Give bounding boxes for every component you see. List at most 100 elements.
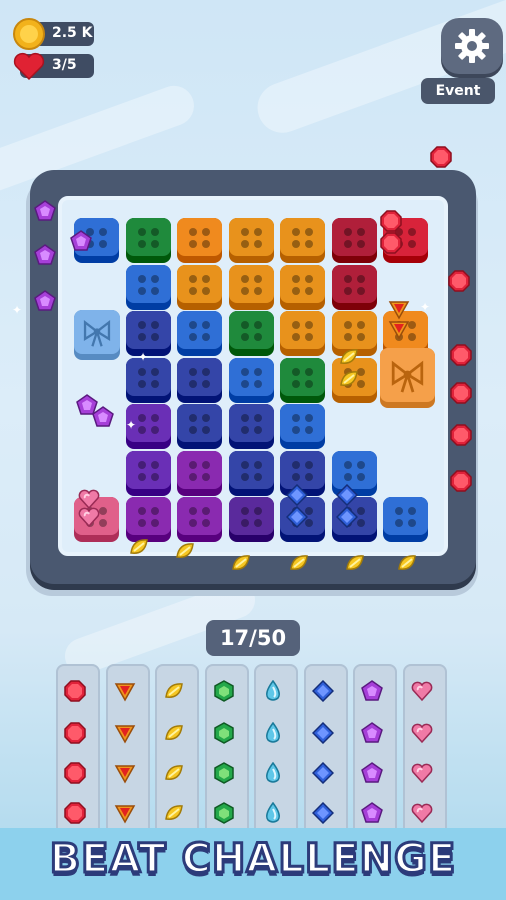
block-dot <box>150 286 159 295</box>
block-dot <box>189 414 197 422</box>
aqua-drop-gem <box>266 802 280 823</box>
sparkle: ✦ <box>12 303 23 317</box>
block-face <box>228 497 274 535</box>
block-dot <box>99 228 107 236</box>
coins-count: 2.5 K <box>52 25 93 41</box>
settings-button[interactable] <box>441 18 503 74</box>
block-dot <box>240 228 249 236</box>
block-dot <box>356 333 365 341</box>
block-tile[interactable] <box>125 264 171 310</box>
block-dot <box>253 426 262 434</box>
purple-pentagon-gem <box>34 244 56 265</box>
block-tile[interactable] <box>177 450 222 496</box>
block-dot <box>305 286 313 295</box>
block-tile[interactable] <box>331 218 377 263</box>
block-dot <box>202 274 210 283</box>
sparkle: ✦ <box>126 418 137 432</box>
block-dot <box>240 367 249 376</box>
block-dot <box>292 333 300 341</box>
purple-pentagon-gem <box>361 802 383 823</box>
block-face <box>177 450 222 489</box>
pink-heart-gem <box>78 507 100 528</box>
block-dot <box>305 274 313 283</box>
block-dot <box>150 472 159 481</box>
block-dot <box>150 367 159 376</box>
block-dot <box>343 460 352 469</box>
block-dot <box>189 333 197 341</box>
block-face <box>125 218 171 256</box>
block-dot <box>189 240 197 248</box>
block-tile[interactable] <box>228 311 274 356</box>
block-dot <box>305 379 313 388</box>
block-dot <box>343 286 352 295</box>
block-dot <box>189 274 197 283</box>
sparkle: ✦ <box>138 350 149 364</box>
red-octagon-gem <box>450 382 472 404</box>
orange-gift-block[interactable] <box>380 348 435 408</box>
red-octagon-gem <box>380 210 402 232</box>
block-tile[interactable] <box>280 357 325 403</box>
block-face <box>177 311 222 349</box>
block-dot <box>137 426 146 434</box>
bow-gift-icon <box>380 348 435 402</box>
block-dot <box>137 286 146 295</box>
block-dot <box>202 472 210 481</box>
block-tile[interactable] <box>228 357 274 403</box>
block-tile[interactable] <box>177 497 222 542</box>
red-octagon-gem <box>64 722 86 744</box>
heart-icon <box>13 52 45 81</box>
block-tile[interactable] <box>228 450 274 496</box>
block-dot <box>305 240 313 248</box>
sparkle: ✦ <box>420 300 431 314</box>
block-tile[interactable] <box>228 497 274 542</box>
block-tile[interactable] <box>383 497 428 542</box>
block-tile[interactable] <box>280 264 325 310</box>
block-tile[interactable] <box>177 311 222 356</box>
block-dot <box>343 321 352 329</box>
block-tile[interactable] <box>177 264 222 310</box>
block-dot <box>292 426 300 434</box>
block-tile[interactable] <box>228 264 274 310</box>
block-face <box>228 357 274 396</box>
event-button[interactable]: Event <box>421 78 495 104</box>
block-dot <box>137 379 146 388</box>
block-tile[interactable] <box>228 404 274 449</box>
pink-heart-gem <box>411 723 432 744</box>
orange-triangle-gem <box>114 683 135 702</box>
block-tile[interactable] <box>177 404 222 449</box>
block-face <box>280 357 325 396</box>
block-dot <box>99 240 107 248</box>
block-tile[interactable] <box>331 264 377 310</box>
block-tile[interactable] <box>280 311 325 356</box>
block-dot <box>150 333 159 341</box>
block-tile[interactable] <box>177 218 222 263</box>
blue-gift-block[interactable] <box>74 310 120 360</box>
block-dot <box>356 321 365 329</box>
block-tile[interactable] <box>280 404 325 449</box>
block-dot <box>189 460 197 469</box>
purple-pentagon-gem <box>361 762 383 783</box>
orange-triangle-gem <box>114 765 135 784</box>
blue-diamond-gem <box>336 484 358 506</box>
block-dot <box>292 240 300 248</box>
block-tile[interactable] <box>125 357 171 403</box>
block-tile[interactable] <box>177 357 222 403</box>
block-dot <box>343 274 352 283</box>
block-dot <box>137 519 146 527</box>
block-dot <box>305 472 313 481</box>
block-tile[interactable] <box>125 218 171 263</box>
yellow-leaf-gem <box>232 555 250 570</box>
block-tile[interactable] <box>125 450 171 496</box>
block-face <box>177 264 222 303</box>
block-dot <box>202 228 210 236</box>
block-dot <box>305 321 313 329</box>
block-tile[interactable] <box>228 218 274 263</box>
block-dot <box>253 286 262 295</box>
block-dot <box>150 507 159 515</box>
block-dot <box>202 367 210 376</box>
block-dot <box>137 228 146 236</box>
block-dot <box>240 274 249 283</box>
block-tile[interactable] <box>280 218 325 263</box>
purple-pentagon-gem <box>361 680 383 701</box>
block-dot <box>150 460 159 469</box>
